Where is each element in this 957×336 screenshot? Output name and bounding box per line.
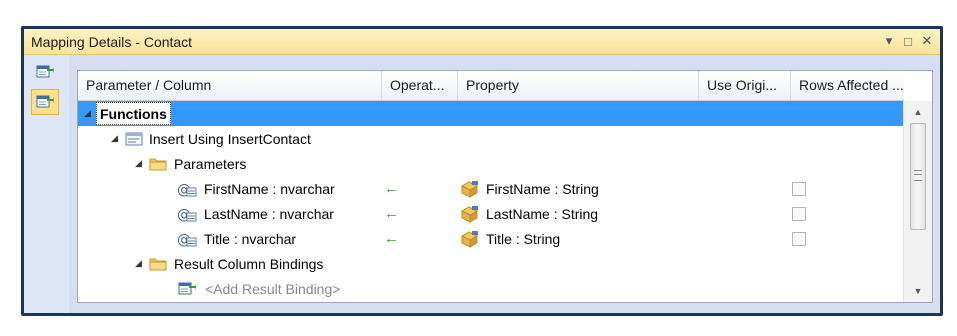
column-header-use-original[interactable]: Use Origi... [699, 71, 791, 100]
map-to-entity-button[interactable] [31, 59, 59, 85]
left-arrow-icon[interactable]: ← [384, 180, 399, 197]
grip-icon [914, 170, 922, 181]
collapse-triangle-icon[interactable]: ◢ [135, 158, 147, 169]
add-result-binding-row[interactable]: <Add Result Binding> [78, 276, 904, 301]
window-title: Mapping Details - Contact [31, 34, 193, 50]
property-name: FirstName : String [486, 180, 599, 197]
left-arrow-icon[interactable]: ← [384, 230, 399, 247]
dropdown-menu-icon[interactable]: ▾ [882, 33, 896, 49]
parameter-name: FirstName : nvarchar [204, 180, 335, 197]
function-row[interactable]: ◢ Insert Using InsertContact [78, 126, 904, 151]
property-name: LastName : String [486, 205, 599, 222]
folder-label: Result Column Bindings [174, 255, 324, 272]
parameter-icon: @ [177, 182, 197, 198]
use-original-checkbox[interactable] [792, 181, 806, 196]
folder-label: Parameters [174, 155, 247, 172]
mapping-toolstrip [24, 55, 69, 313]
parameter-row[interactable]: @ LastName : nvarchar ← LastName: Strin… [78, 201, 904, 226]
folder-icon [149, 258, 167, 271]
collapse-triangle-icon[interactable]: ◢ [135, 258, 147, 269]
grid-header: Parameter / Column Operat... Property Us… [78, 71, 904, 101]
parameter-name: LastName : nvarchar [204, 205, 334, 222]
scrollbar-thumb[interactable] [910, 123, 926, 230]
column-header-operator[interactable]: Operat... [382, 71, 458, 100]
parameter-row[interactable]: @ Title : nvarchar ← Title : String [78, 226, 904, 251]
collapse-triangle-icon[interactable]: ◢ [84, 108, 96, 119]
result-bindings-folder-row[interactable]: ◢ Result Column Bindings [78, 251, 904, 276]
parameter-row[interactable]: @ FirstName : nvarchar ← FirstName: Str… [78, 176, 904, 201]
parameters-folder-row[interactable]: ◢ Parameters [78, 151, 904, 176]
parameter-icon: @ [177, 207, 197, 223]
property-name: Title : String [486, 230, 561, 247]
map-to-entity-icon [36, 65, 54, 78]
vertical-scrollbar[interactable]: ▲ ▼ [903, 101, 932, 302]
property-icon [460, 230, 479, 248]
collapse-triangle-icon[interactable]: ◢ [111, 133, 123, 144]
map-to-functions-icon [36, 95, 54, 108]
property-icon [460, 180, 479, 198]
mapping-grid: Parameter / Column Operat... Property Us… [77, 70, 933, 303]
use-original-checkbox[interactable] [792, 231, 806, 246]
add-result-binding-placeholder[interactable]: <Add Result Binding> [205, 281, 340, 297]
close-icon[interactable]: ✕ [920, 33, 934, 49]
parameter-icon: @ [177, 232, 197, 248]
scroll-up-arrow-icon[interactable]: ▲ [904, 103, 932, 121]
property-icon [460, 205, 479, 223]
title-bar[interactable]: Mapping Details - Contact ▾ □ ✕ [24, 29, 940, 55]
parameter-name: Title : nvarchar [204, 230, 297, 247]
left-arrow-icon[interactable]: ← [384, 205, 399, 222]
stored-procedure-icon [125, 132, 143, 145]
column-header-parameter[interactable]: Parameter / Column [78, 71, 382, 100]
restore-icon[interactable]: □ [901, 33, 915, 49]
function-name: Insert Using InsertContact [149, 130, 311, 147]
map-to-functions-button[interactable] [31, 89, 59, 115]
column-header-rows-affected[interactable]: Rows Affected ... [791, 71, 904, 100]
mapping-details-window: Mapping Details - Contact ▾ □ ✕ Paramete… [21, 26, 943, 316]
functions-label: Functions [96, 102, 171, 125]
use-original-checkbox[interactable] [792, 206, 806, 221]
title-bar-buttons: ▾ □ ✕ [882, 32, 934, 50]
scroll-down-arrow-icon[interactable]: ▼ [904, 282, 932, 300]
functions-row[interactable]: ◢ Functions [78, 101, 904, 126]
column-header-property[interactable]: Property [458, 71, 699, 100]
add-binding-icon [178, 282, 196, 294]
folder-icon [149, 158, 167, 171]
